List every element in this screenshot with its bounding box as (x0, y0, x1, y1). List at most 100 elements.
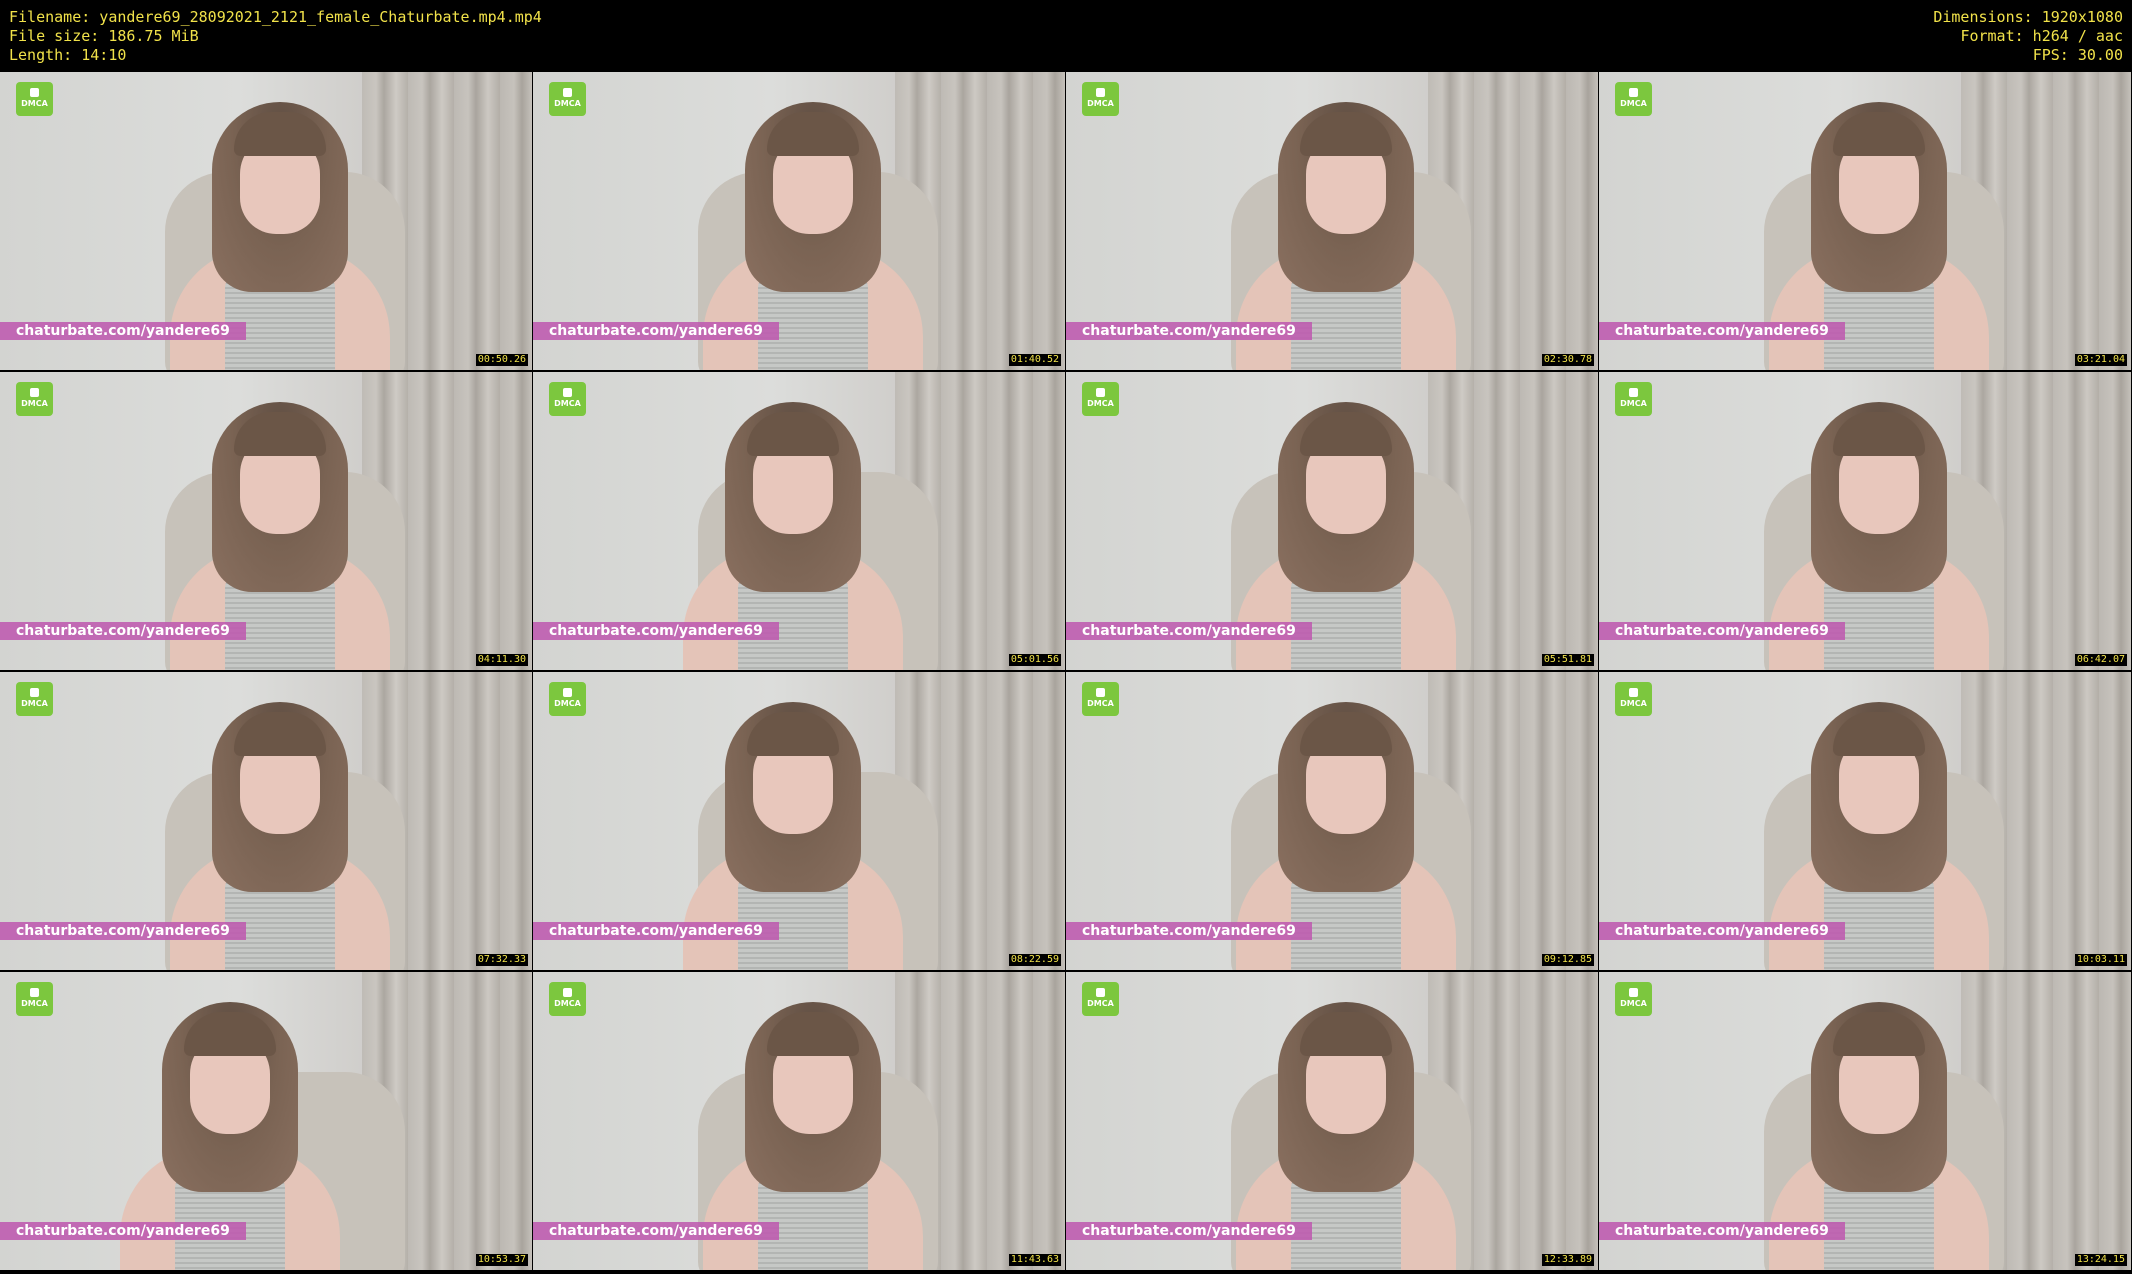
dmca-badge-icon: DMCA (1615, 82, 1652, 116)
filesize-text: File size: 186.75 MiB (9, 27, 199, 45)
video-thumbnail[interactable]: DMCA chaturbate.com/yandere69 12:33.89 (1066, 972, 1598, 1270)
lock-icon (30, 388, 39, 397)
video-thumbnail[interactable]: DMCA chaturbate.com/yandere69 11:43.63 (533, 972, 1065, 1270)
dmca-badge-icon: DMCA (16, 382, 53, 416)
video-info: Dimensions: 1920x1080 Format: h264 / aac… (1933, 8, 2123, 65)
watermark-url: chaturbate.com/yandere69 (533, 322, 779, 340)
timestamp-label: 11:43.63 (1008, 1254, 1061, 1266)
watermark-url: chaturbate.com/yandere69 (0, 922, 246, 940)
video-thumbnail[interactable]: DMCA chaturbate.com/yandere69 10:03.11 (1599, 672, 2131, 970)
dmca-badge-icon: DMCA (549, 982, 586, 1016)
timestamp-label: 13:24.15 (2074, 1254, 2127, 1266)
length-text: Length: 14:10 (9, 46, 127, 64)
timestamp-label: 05:01.56 (1008, 654, 1061, 666)
dmca-label: DMCA (21, 99, 48, 108)
watermark-url: chaturbate.com/yandere69 (1066, 922, 1312, 940)
timestamp-label: 06:42.07 (2074, 654, 2127, 666)
watermark-url: chaturbate.com/yandere69 (533, 622, 779, 640)
format-text: Format: h264 / aac (1960, 27, 2123, 45)
dmca-badge-icon: DMCA (16, 982, 53, 1016)
timestamp-label: 08:22.59 (1008, 954, 1061, 966)
lock-icon (1629, 388, 1638, 397)
dmca-label: DMCA (554, 999, 581, 1008)
dmca-badge-icon: DMCA (16, 682, 53, 716)
dmca-label: DMCA (1620, 399, 1647, 408)
watermark-url: chaturbate.com/yandere69 (1066, 1222, 1312, 1240)
filename-text: Filename: yandere69_28092021_2121_female… (9, 8, 542, 26)
watermark-url: chaturbate.com/yandere69 (1599, 322, 1845, 340)
lock-icon (1629, 88, 1638, 97)
video-thumbnail[interactable]: DMCA chaturbate.com/yandere69 05:51.81 (1066, 372, 1598, 670)
dmca-label: DMCA (1087, 399, 1114, 408)
timestamp-label: 12:33.89 (1541, 1254, 1594, 1266)
lock-icon (563, 688, 572, 697)
dmca-badge-icon: DMCA (1082, 382, 1119, 416)
timestamp-label: 07:32.33 (475, 954, 528, 966)
dmca-badge-icon: DMCA (549, 682, 586, 716)
video-thumbnail[interactable]: DMCA chaturbate.com/yandere69 13:24.15 (1599, 972, 2131, 1270)
dmca-label: DMCA (21, 399, 48, 408)
watermark-url: chaturbate.com/yandere69 (0, 1222, 246, 1240)
timestamp-label: 10:03.11 (2074, 954, 2127, 966)
dmca-badge-icon: DMCA (549, 382, 586, 416)
watermark-url: chaturbate.com/yandere69 (1066, 622, 1312, 640)
video-thumbnail[interactable]: DMCA chaturbate.com/yandere69 00:50.26 (0, 72, 532, 370)
dmca-badge-icon: DMCA (1082, 682, 1119, 716)
dmca-badge-icon: DMCA (1615, 682, 1652, 716)
lock-icon (1629, 688, 1638, 697)
watermark-url: chaturbate.com/yandere69 (533, 922, 779, 940)
dmca-label: DMCA (1620, 99, 1647, 108)
dmca-badge-icon: DMCA (549, 82, 586, 116)
video-thumbnail[interactable]: DMCA chaturbate.com/yandere69 10:53.37 (0, 972, 532, 1270)
video-thumbnail[interactable]: DMCA chaturbate.com/yandere69 08:22.59 (533, 672, 1065, 970)
dmca-badge-icon: DMCA (1615, 982, 1652, 1016)
video-thumbnail[interactable]: DMCA chaturbate.com/yandere69 09:12.85 (1066, 672, 1598, 970)
watermark-url: chaturbate.com/yandere69 (1599, 922, 1845, 940)
timestamp-label: 02:30.78 (1541, 354, 1594, 366)
file-info: Filename: yandere69_28092021_2121_female… (9, 8, 542, 65)
video-thumbnail[interactable]: DMCA chaturbate.com/yandere69 02:30.78 (1066, 72, 1598, 370)
video-thumbnail[interactable]: DMCA chaturbate.com/yandere69 01:40.52 (533, 72, 1065, 370)
timestamp-label: 09:12.85 (1541, 954, 1594, 966)
lock-icon (1096, 988, 1105, 997)
timestamp-label: 03:21.04 (2074, 354, 2127, 366)
dmca-label: DMCA (1620, 699, 1647, 708)
watermark-url: chaturbate.com/yandere69 (1066, 322, 1312, 340)
lock-icon (1096, 88, 1105, 97)
dmca-label: DMCA (554, 99, 581, 108)
timestamp-label: 10:53.37 (475, 1254, 528, 1266)
video-thumbnail[interactable]: DMCA chaturbate.com/yandere69 04:11.30 (0, 372, 532, 670)
watermark-url: chaturbate.com/yandere69 (533, 1222, 779, 1240)
lock-icon (1629, 988, 1638, 997)
dmca-label: DMCA (554, 399, 581, 408)
lock-icon (563, 88, 572, 97)
timestamp-label: 01:40.52 (1008, 354, 1061, 366)
video-thumbnail[interactable]: DMCA chaturbate.com/yandere69 05:01.56 (533, 372, 1065, 670)
dmca-label: DMCA (1620, 999, 1647, 1008)
timestamp-label: 00:50.26 (475, 354, 528, 366)
watermark-url: chaturbate.com/yandere69 (1599, 622, 1845, 640)
lock-icon (30, 688, 39, 697)
lock-icon (563, 388, 572, 397)
lock-icon (1096, 388, 1105, 397)
dmca-badge-icon: DMCA (1082, 82, 1119, 116)
contact-sheet-header: Filename: yandere69_28092021_2121_female… (0, 0, 2132, 72)
dmca-badge-icon: DMCA (1082, 982, 1119, 1016)
timestamp-label: 05:51.81 (1541, 654, 1594, 666)
dmca-badge-icon: DMCA (16, 82, 53, 116)
video-thumbnail[interactable]: DMCA chaturbate.com/yandere69 03:21.04 (1599, 72, 2131, 370)
lock-icon (563, 988, 572, 997)
video-thumbnail[interactable]: DMCA chaturbate.com/yandere69 07:32.33 (0, 672, 532, 970)
dmca-label: DMCA (21, 699, 48, 708)
lock-icon (30, 88, 39, 97)
video-thumbnail[interactable]: DMCA chaturbate.com/yandere69 06:42.07 (1599, 372, 2131, 670)
timestamp-label: 04:11.30 (475, 654, 528, 666)
thumbnail-grid: DMCA chaturbate.com/yandere69 00:50.26 DMCA… (0, 72, 2132, 1274)
fps-text: FPS: 30.00 (2032, 46, 2123, 64)
dmca-label: DMCA (554, 699, 581, 708)
lock-icon (30, 988, 39, 997)
watermark-url: chaturbate.com/yandere69 (0, 622, 246, 640)
dmca-label: DMCA (21, 999, 48, 1008)
dmca-badge-icon: DMCA (1615, 382, 1652, 416)
dmca-label: DMCA (1087, 699, 1114, 708)
